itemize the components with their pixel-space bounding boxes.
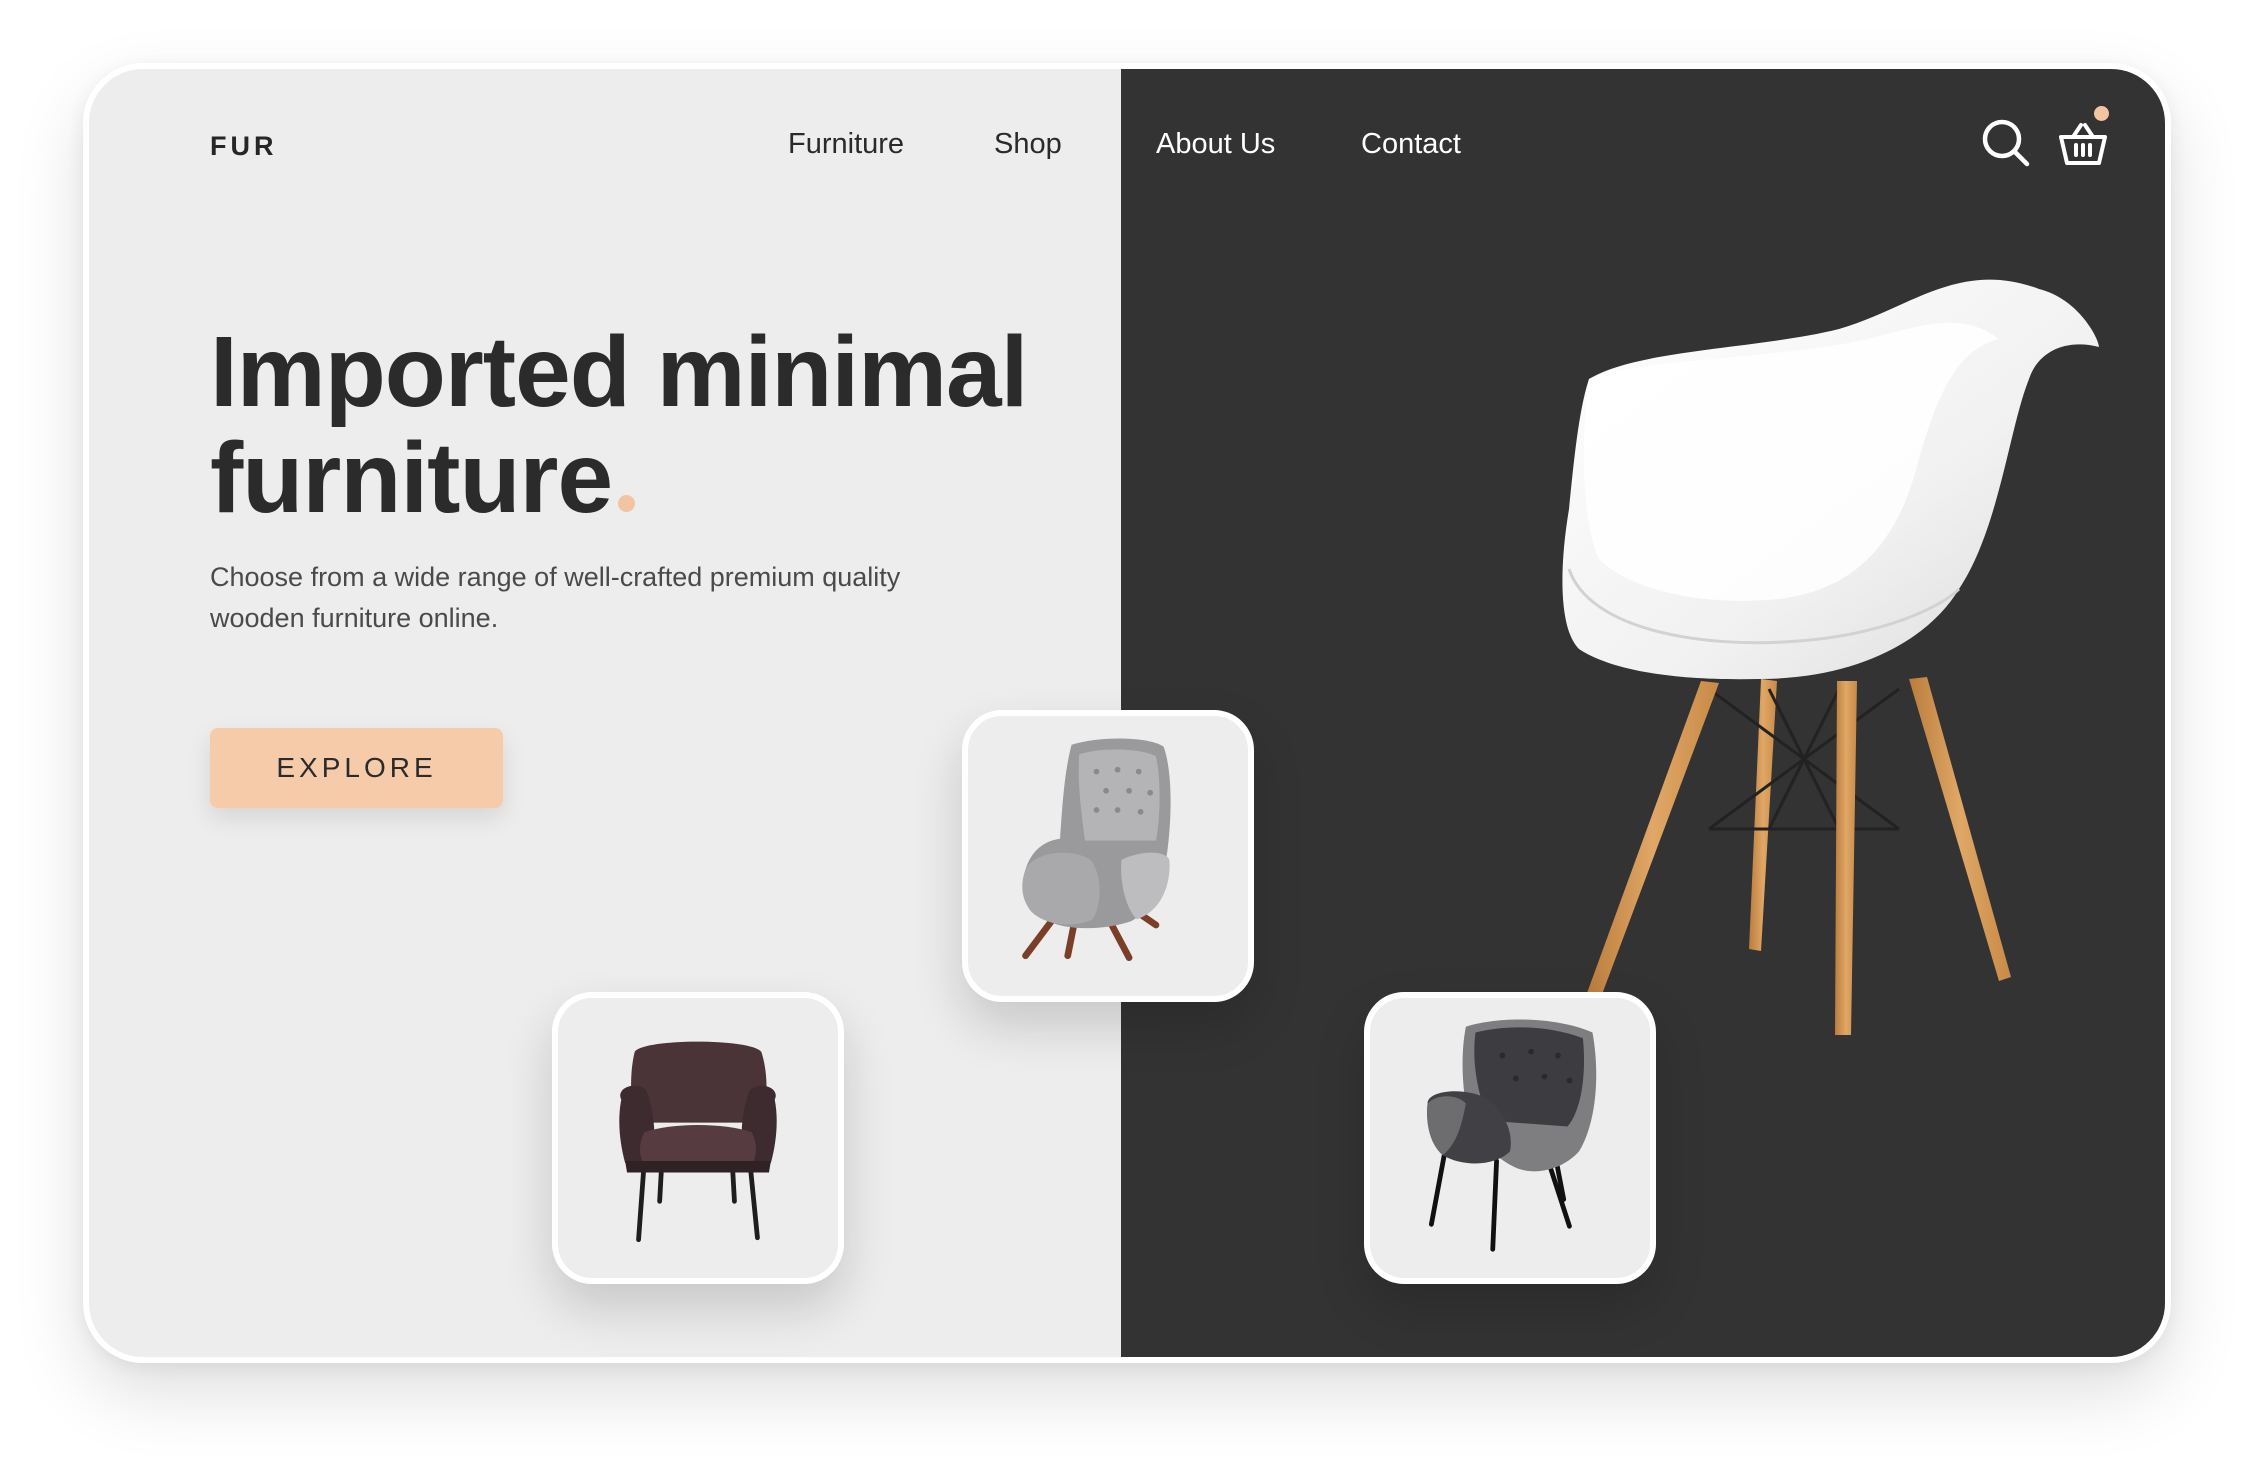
nav-item-contact[interactable]: Contact	[1361, 124, 1461, 164]
brand-logo[interactable]: FUR	[210, 131, 278, 162]
cart-notification-dot	[2094, 106, 2109, 121]
accent-dot	[618, 495, 636, 512]
nav-item-about-us[interactable]: About Us	[1156, 124, 1275, 164]
hero-subtitle: Choose from a wide range of well-crafted…	[210, 562, 901, 633]
page: FUR Furniture Shop About Us Contact Impo…	[0, 0, 2254, 1462]
hero-headline: Imported minimal furniture	[210, 316, 1028, 531]
headline-word: furniture	[210, 422, 613, 534]
hero-card: FUR Furniture Shop About Us Contact Impo…	[83, 63, 2171, 1363]
headline-line-1: Imported minimal	[210, 316, 1028, 428]
product-thumb-grey-tufted-chair[interactable]	[1364, 992, 1656, 1284]
product-thumb-brown-leather-chair[interactable]	[552, 992, 844, 1284]
grey-wingback-chair-image	[1022, 738, 1171, 961]
nav-item-shop[interactable]: Shop	[994, 124, 1062, 164]
explore-button[interactable]: EXPLORE	[210, 728, 503, 808]
headline-line-2: furniture	[210, 425, 1027, 531]
brown-leather-chair-image	[619, 1041, 777, 1243]
featured-chair-image	[1439, 269, 2119, 1049]
product-thumb-grey-wingback-chair[interactable]	[962, 710, 1254, 1002]
basket-icon[interactable]	[2055, 115, 2111, 171]
search-icon[interactable]	[1978, 115, 2034, 171]
nav-item-furniture[interactable]: Furniture	[788, 124, 904, 164]
grey-tufted-chair-image	[1427, 1019, 1597, 1252]
